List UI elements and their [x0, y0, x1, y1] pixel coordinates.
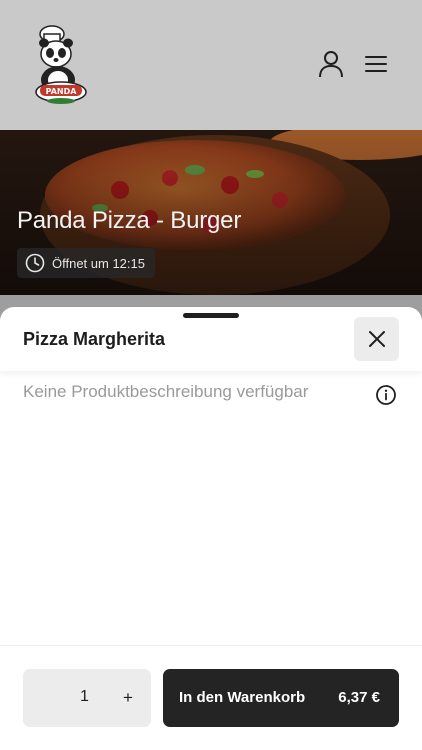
app-header: PANDA: [0, 0, 422, 130]
info-icon: [376, 385, 396, 405]
product-title: Pizza Margherita: [23, 329, 166, 349]
sheet-footer: 1 + In den Warenkorb 6,37 €: [0, 645, 422, 750]
menu-button[interactable]: [360, 48, 392, 80]
product-detail-sheet: Pizza Margherita Keine Produktbeschreibu…: [0, 307, 422, 750]
add-to-cart-label: In den Warenkorb: [179, 689, 306, 706]
quantity-stepper: 1 +: [23, 669, 151, 727]
restaurant-name: Panda Pizza - Burger: [17, 207, 242, 234]
quantity-increase-button[interactable]: +: [116, 683, 140, 713]
user-icon: [319, 51, 343, 78]
info-button[interactable]: [375, 384, 397, 406]
add-to-cart-price: 6,37 €: [338, 689, 380, 706]
opening-status-badge: Öffnet um 12:15: [17, 248, 155, 278]
close-icon: [368, 331, 385, 347]
clock-icon: [25, 253, 45, 273]
account-button[interactable]: [315, 48, 347, 80]
drag-handle[interactable]: [183, 313, 239, 318]
opening-status-text: Öffnet um 12:15: [52, 255, 145, 271]
restaurant-logo[interactable]: PANDA: [30, 22, 92, 106]
svg-text:PANDA: PANDA: [46, 87, 78, 96]
sheet-header: Pizza Margherita: [0, 307, 422, 371]
product-description: Keine Produktbeschreibung verfügbar: [23, 382, 309, 401]
close-button[interactable]: [354, 317, 399, 361]
quantity-value: 1: [80, 688, 89, 705]
add-to-cart-button[interactable]: In den Warenkorb 6,37 €: [163, 669, 399, 727]
hamburger-menu-icon: [365, 56, 387, 72]
